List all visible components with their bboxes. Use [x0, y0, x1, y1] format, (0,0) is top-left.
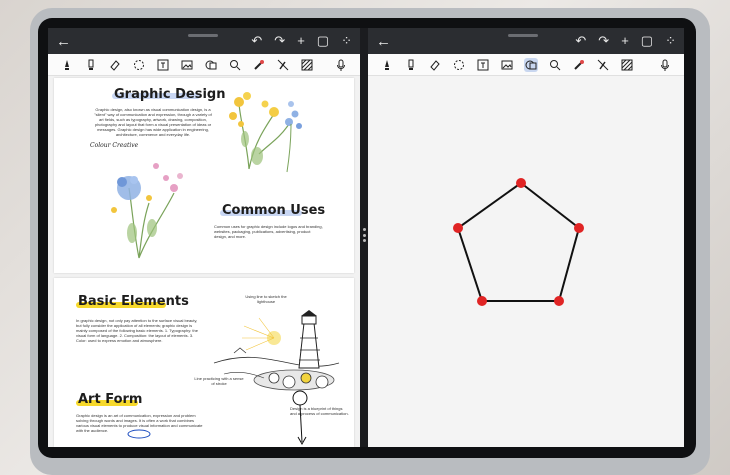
more-icon[interactable]: ⁘ [341, 33, 352, 49]
right-top-actions: ↶ ↷ + ▢ ⁘ [575, 33, 676, 49]
highlighter-icon[interactable] [84, 58, 98, 72]
art-form-title: Art Form [78, 392, 143, 407]
pattern-icon[interactable] [620, 58, 634, 72]
basic-elements-body: In graphic design, not only pay attentio… [76, 318, 198, 343]
back-arrow-icon[interactable]: ← [56, 33, 74, 50]
document-page-1: Graphic Design Graphic design, also know… [54, 78, 354, 273]
microphone-icon[interactable] [658, 58, 672, 72]
yellow-flowers-illustration [229, 92, 302, 173]
left-toolbar [48, 54, 360, 76]
laser-pointer-icon[interactable] [572, 58, 586, 72]
undo-icon[interactable]: ↶ [251, 33, 262, 49]
common-uses-body: Common uses for graphic design include l… [214, 224, 323, 239]
line-caption: Line practicing with a sense of stroke [194, 376, 244, 386]
image-icon[interactable] [180, 58, 194, 72]
pentagon-vertex[interactable] [554, 296, 564, 306]
basic-elements-title: Basic Elements [78, 294, 189, 309]
pentagon-shape[interactable] [368, 76, 684, 447]
zoom-icon[interactable] [228, 58, 242, 72]
window-handle[interactable] [188, 34, 218, 37]
add-page-icon[interactable]: + [297, 33, 305, 49]
left-topbar: ← ↶ ↷ + ▢ ⁘ [48, 28, 360, 54]
pentagon-vertex[interactable] [453, 223, 463, 233]
pen-icon[interactable] [60, 58, 74, 72]
zoom-icon[interactable] [548, 58, 562, 72]
redo-icon[interactable]: ↷ [598, 33, 609, 49]
more-icon[interactable]: ⁘ [665, 33, 676, 49]
window-handle[interactable] [508, 34, 538, 37]
pentagon-vertex[interactable] [574, 223, 584, 233]
ink-arrow-stroke [292, 390, 308, 446]
left-pane: ← ↶ ↷ + ▢ ⁘ Graphic Design Graphic desig… [48, 28, 360, 447]
eraser-icon[interactable] [108, 58, 122, 72]
design-caption: Design is a blueprint of things and a pr… [290, 406, 349, 416]
text-icon[interactable] [476, 58, 490, 72]
pentagon-vertex[interactable] [516, 178, 526, 188]
drawing-canvas[interactable] [368, 76, 684, 447]
hide-ink-icon[interactable] [276, 58, 290, 72]
highlighter-icon[interactable] [404, 58, 418, 72]
right-pane: ← ↶ ↷ + ▢ ⁘ [368, 28, 684, 447]
hide-ink-icon[interactable] [596, 58, 610, 72]
document-page-2: Basic Elements In graphic design, not on… [54, 278, 354, 447]
right-toolbar [368, 54, 684, 76]
undo-icon[interactable]: ↶ [575, 33, 586, 49]
pages-icon[interactable]: ▢ [641, 33, 653, 49]
image-icon[interactable] [500, 58, 514, 72]
pentagon-edges [456, 181, 581, 302]
redo-icon[interactable]: ↷ [274, 33, 285, 49]
common-uses-title: Common Uses [222, 203, 326, 218]
lighthouse-caption: Using line to sketch the lighthouse [245, 294, 287, 304]
text-icon[interactable] [156, 58, 170, 72]
graphic-design-title: Graphic Design [114, 87, 226, 102]
circle-annotation [127, 429, 151, 439]
left-top-actions: ↶ ↷ + ▢ ⁘ [251, 33, 352, 49]
pentagon-vertex[interactable] [477, 296, 487, 306]
pen-icon[interactable] [380, 58, 394, 72]
add-page-icon[interactable]: + [621, 33, 629, 49]
lasso-icon[interactable] [132, 58, 146, 72]
shape-icon[interactable] [204, 58, 218, 72]
blue-flowers-illustration [111, 163, 183, 259]
eraser-icon[interactable] [428, 58, 442, 72]
split-divider-handle[interactable] [362, 228, 366, 242]
back-arrow-icon[interactable]: ← [376, 33, 394, 50]
pages-icon[interactable]: ▢ [317, 33, 329, 49]
shape-icon[interactable] [524, 57, 538, 72]
microphone-icon[interactable] [334, 58, 348, 72]
pattern-icon[interactable] [300, 58, 314, 72]
graphic-design-body: Graphic design, also known as visual com… [94, 107, 212, 137]
right-topbar: ← ↶ ↷ + ▢ ⁘ [368, 28, 684, 54]
lasso-icon[interactable] [452, 58, 466, 72]
split-screen: ← ↶ ↷ + ▢ ⁘ Graphic Design Graphic desig… [48, 28, 684, 447]
laser-pointer-icon[interactable] [252, 58, 266, 72]
